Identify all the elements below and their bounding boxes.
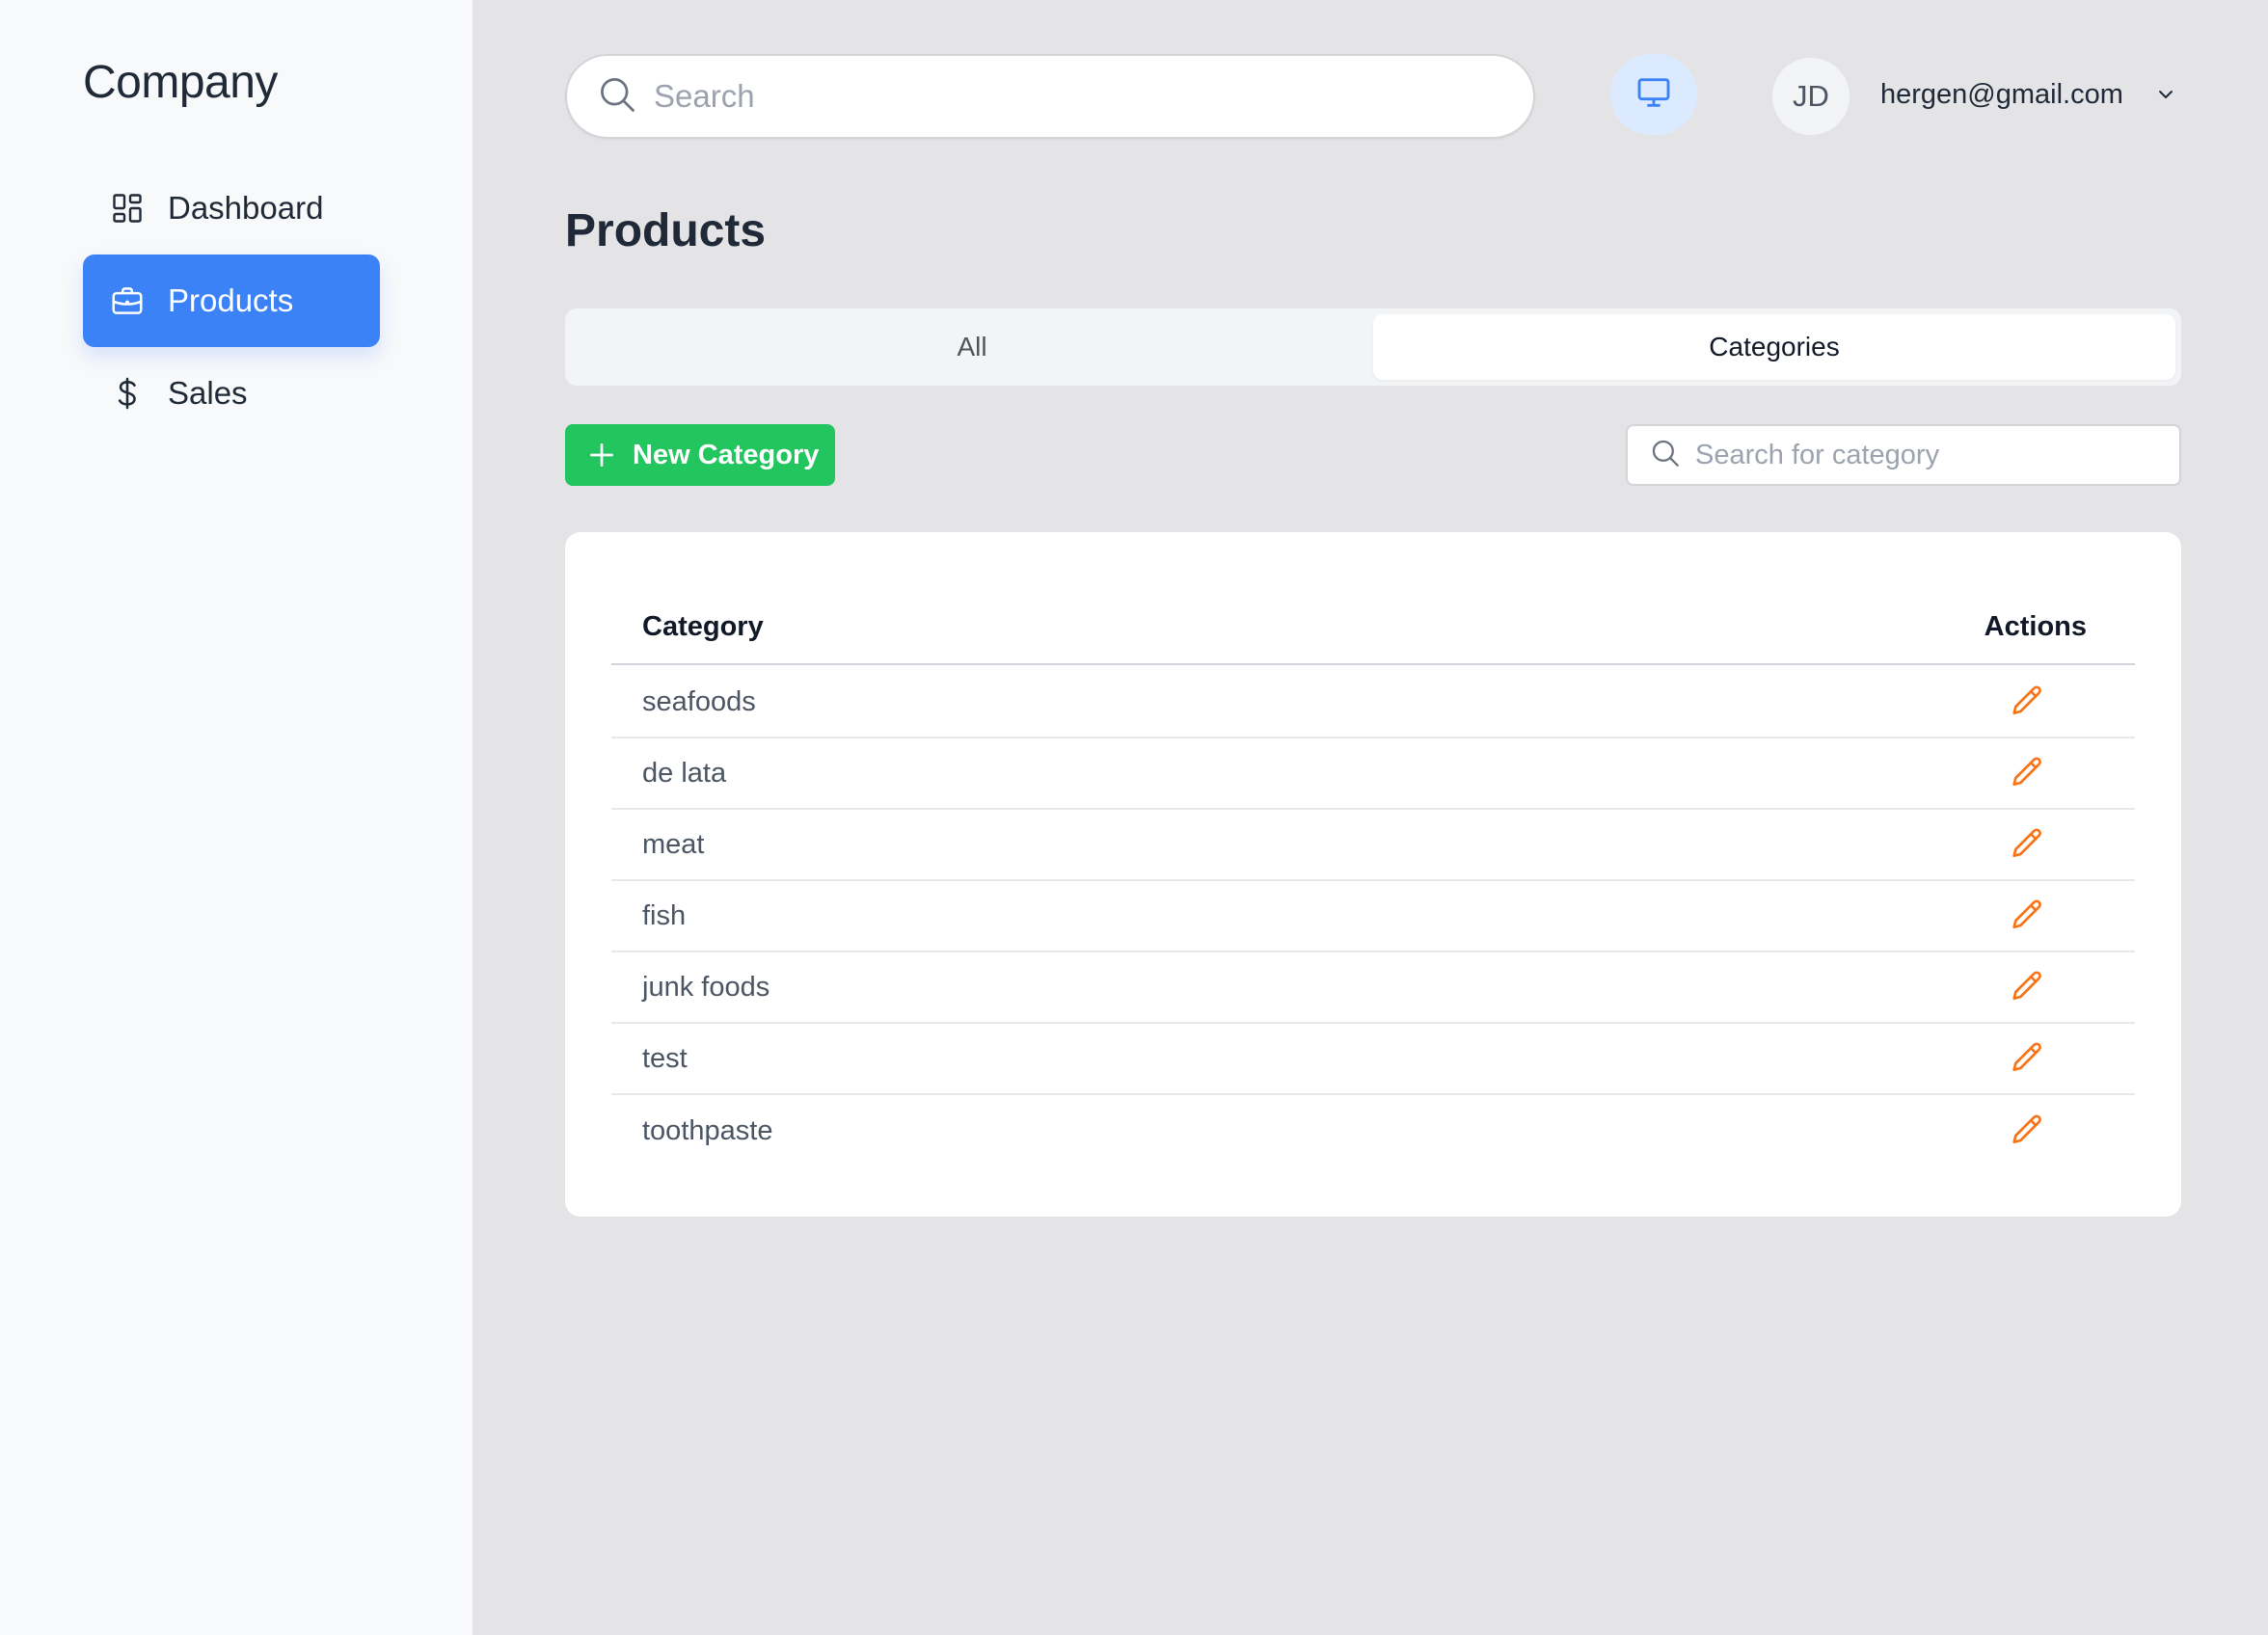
category-search-input[interactable] [1695,439,2158,471]
sidebar-item-sales[interactable]: Sales [83,347,380,440]
table-row: meat [611,810,2135,881]
tab-bar: All Categories [565,308,2181,386]
category-name: meat [642,828,705,860]
column-header-actions: Actions [1984,610,2087,642]
avatar[interactable]: JD [1772,58,1850,135]
table-row: junk foods [611,952,2135,1024]
table-row: de lata [611,738,2135,810]
sidebar-item-label: Sales [168,375,248,411]
table-row: test [611,1024,2135,1095]
edit-pencil-icon[interactable] [2004,1035,2050,1082]
search-icon [1649,437,1682,474]
global-search[interactable] [565,54,1535,139]
category-search[interactable] [1626,424,2181,486]
category-name: de lata [642,757,727,789]
edit-pencil-icon[interactable] [2004,893,2050,939]
category-name: junk foods [642,971,770,1003]
monitor-icon [1634,73,1673,117]
sidebar-item-label: Dashboard [168,190,324,226]
tab-all[interactable]: All [571,314,1373,380]
chevron-down-icon[interactable] [2152,81,2179,108]
user-email[interactable]: hergen@gmail.com [1880,79,2123,111]
table-row: seafoods [611,667,2135,738]
monitor-button[interactable] [1610,54,1697,135]
table-row: fish [611,881,2135,952]
search-input[interactable] [654,78,1483,115]
edit-pencil-icon[interactable] [2004,1108,2050,1154]
dollar-icon [108,374,147,413]
table-header: Category Actions [611,590,2135,665]
search-icon [596,73,638,121]
plus-icon [586,439,619,471]
sidebar-item-label: Products [168,282,294,318]
brand-title: Company [83,57,278,108]
category-name: test [642,1042,688,1074]
column-header-category: Category [642,610,764,642]
new-category-label: New Category [633,439,820,470]
sidebar-item-products[interactable]: Products [83,255,380,347]
sidebar-item-dashboard[interactable]: Dashboard [83,162,380,255]
table-row: toothpaste [611,1095,2135,1166]
briefcase-icon [108,281,147,320]
category-name: fish [642,899,687,931]
sidebar: Company Dashboard Products Sales [0,0,472,1635]
edit-pencil-icon[interactable] [2004,679,2050,725]
edit-pencil-icon[interactable] [2004,964,2050,1010]
table-body: seafoods de lata meat fish junk foods test too… [611,667,2135,1166]
page-title: Products [565,205,767,256]
category-name: seafoods [642,685,756,717]
edit-pencil-icon[interactable] [2004,821,2050,868]
new-category-button[interactable]: New Category [565,424,835,486]
category-name: toothpaste [642,1114,773,1146]
edit-pencil-icon[interactable] [2004,750,2050,796]
dashboard-icon [108,189,147,228]
tab-categories[interactable]: Categories [1373,314,2175,380]
categories-table-card: Category Actions seafoods de lata meat fish… [565,532,2181,1217]
